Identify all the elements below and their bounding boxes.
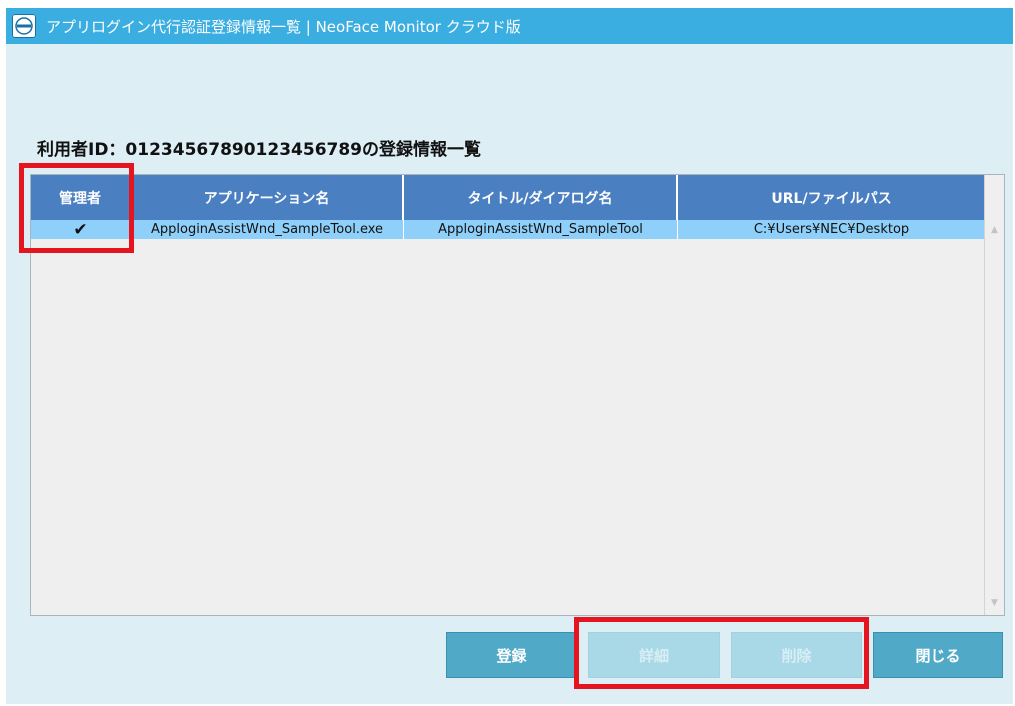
column-header-title[interactable]: タイトル/ダイアログ名: [404, 175, 678, 220]
neoface-monitor-app-icon: [12, 14, 36, 38]
scroll-up-arrow-icon[interactable]: ▲: [985, 222, 1004, 238]
cell-app-name: ApploginAssistWnd_SampleTool.exe: [131, 220, 404, 239]
table-row[interactable]: ✔ ApploginAssistWnd_SampleTool.exe Applo…: [31, 220, 985, 239]
table-header: 管理者 アプリケーション名 タイトル/ダイアログ名 URL/ファイルパス: [31, 175, 985, 220]
app-window: アプリログイン代行認証登録情報一覧 | NeoFace Monitor クラウド…: [6, 8, 1013, 704]
column-header-path[interactable]: URL/ファイルパス: [678, 175, 985, 220]
window-title: アプリログイン代行認証登録情報一覧 | NeoFace Monitor クラウド…: [46, 17, 521, 36]
disabled-buttons-highlight: [574, 617, 869, 689]
page-heading: 利用者ID：01234567890123456789の登録情報一覧: [37, 140, 482, 160]
title-bar: アプリログイン代行認証登録情報一覧 | NeoFace Monitor クラウド…: [6, 8, 1013, 44]
vertical-scrollbar[interactable]: ▲ ▼: [984, 175, 1004, 615]
scroll-down-arrow-icon[interactable]: ▼: [985, 595, 1004, 611]
cell-title: ApploginAssistWnd_SampleTool: [404, 220, 678, 239]
registration-table: 管理者 アプリケーション名 タイトル/ダイアログ名 URL/ファイルパス ✔ A…: [30, 174, 1005, 616]
close-button[interactable]: 閉じる: [873, 632, 1003, 678]
column-header-app-name[interactable]: アプリケーション名: [131, 175, 404, 220]
cell-path: C:¥Users¥NEC¥Desktop: [753, 222, 910, 237]
register-button[interactable]: 登録: [446, 632, 577, 678]
admin-column-highlight: [19, 163, 134, 253]
